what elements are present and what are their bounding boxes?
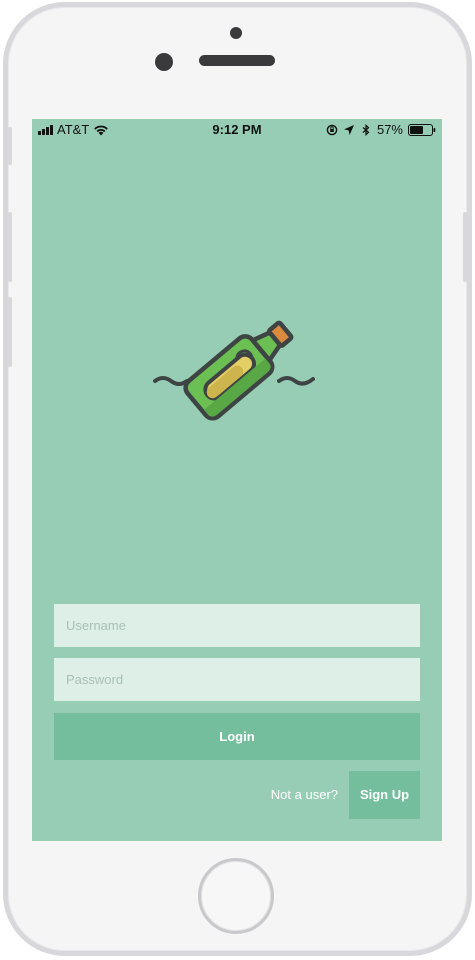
sign-up-button[interactable]: Sign Up [349,771,420,819]
earpiece-speaker [199,55,275,66]
not-a-user-label: Not a user? [270,787,338,802]
volume-up-button [8,212,12,282]
front-sensor [230,27,242,39]
front-camera [155,53,173,71]
status-bar: AT&T 9:12 PM 57% [32,119,442,141]
password-input[interactable] [54,658,420,701]
home-button[interactable] [198,858,274,934]
power-button [463,212,467,282]
app-screen: AT&T 9:12 PM 57% Username Login Not a us… [32,119,442,841]
battery-icon [408,123,436,136]
message-in-a-bottle-icon [153,320,315,421]
status-right: 57% [326,122,436,137]
location-arrow-icon [343,124,354,135]
login-button[interactable]: Login [54,713,420,760]
username-input[interactable] [54,604,420,647]
battery-percent: 57% [376,122,403,137]
mute-switch [8,127,12,165]
signup-row: Not a user? Sign Up [32,771,442,819]
app-logo [153,299,323,444]
lock-rotation-icon [326,124,338,135]
bluetooth-icon [362,123,370,136]
volume-down-button [8,297,12,367]
